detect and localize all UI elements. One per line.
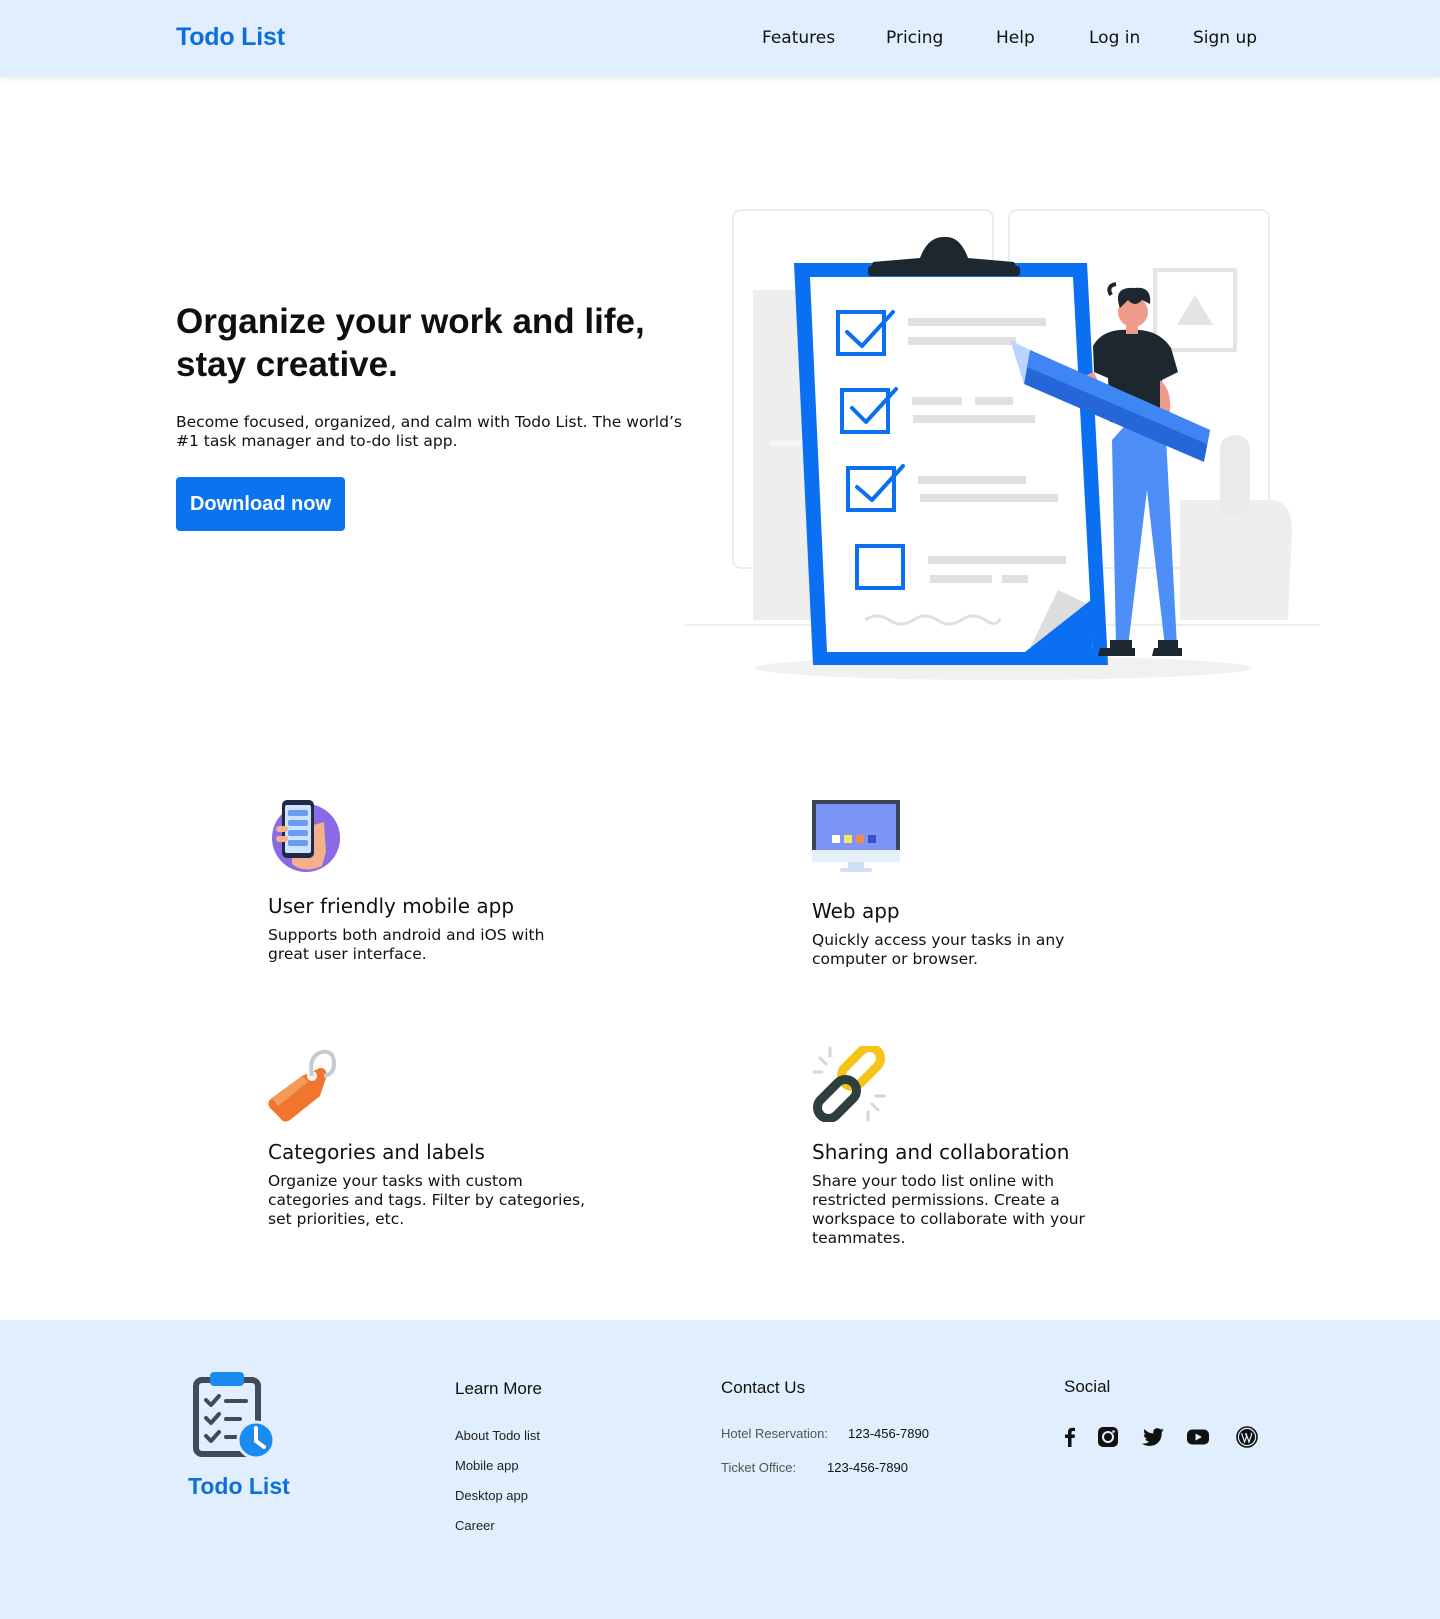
contact-us-heading: Contact Us xyxy=(721,1378,806,1397)
hero-title-line-2: stay creative. xyxy=(176,345,398,384)
clipboard-logo-icon xyxy=(193,1372,276,1460)
social-heading: Social xyxy=(1064,1377,1111,1396)
feature-desc-categories: Organize your tasks with custom categori… xyxy=(268,1172,586,1228)
feature-title-sharing: Sharing and collaboration xyxy=(812,1140,1070,1164)
youtube-icon[interactable] xyxy=(1186,1425,1210,1449)
ticket-office-label: Ticket Office: xyxy=(721,1460,797,1475)
clipboard-checklist-person-illustration xyxy=(685,209,1320,680)
feature-desc-web: Quickly access your tasks in any compute… xyxy=(812,931,1065,968)
hero-title-line-1: Organize your work and life, xyxy=(176,302,645,341)
brand-logo-text[interactable]: Todo List xyxy=(176,23,285,52)
hotel-reservation-label: Hotel Reservation: xyxy=(721,1426,828,1441)
mobile-app-icon xyxy=(272,800,340,872)
feature-title-categories: Categories and labels xyxy=(268,1140,485,1164)
nav-features[interactable]: Features xyxy=(762,28,835,48)
footer-link-mobile-app[interactable]: Mobile app xyxy=(455,1458,519,1473)
learn-more-heading: Learn More xyxy=(455,1379,542,1398)
footer xyxy=(0,1320,1440,1619)
ticket-office-phone[interactable]: 123-456-7890 xyxy=(827,1460,908,1475)
nav-signup[interactable]: Sign up xyxy=(1193,28,1257,48)
tag-icon xyxy=(268,1049,337,1122)
footer-link-desktop-app[interactable]: Desktop app xyxy=(455,1488,528,1503)
nav-pricing[interactable]: Pricing xyxy=(886,28,943,48)
monitor-icon xyxy=(812,800,900,872)
footer-link-career[interactable]: Career xyxy=(455,1518,495,1533)
hero-title: Organize your work and life, stay creati… xyxy=(176,300,696,386)
twitter-icon[interactable] xyxy=(1141,1425,1165,1449)
hero-subtitle: Become focused, organized, and calm with… xyxy=(176,413,682,450)
facebook-icon[interactable] xyxy=(1058,1425,1082,1449)
nav-login[interactable]: Log in xyxy=(1089,28,1140,48)
feature-desc-sharing: Share your todo list online with restric… xyxy=(812,1172,1085,1247)
hotel-reservation-phone[interactable]: 123-456-7890 xyxy=(848,1426,929,1441)
link-icon xyxy=(812,1046,886,1122)
instagram-icon[interactable] xyxy=(1096,1425,1120,1449)
top-nav-bar: Todo List Features Pricing Help Log in S… xyxy=(0,0,1440,77)
nav-help[interactable]: Help xyxy=(996,28,1035,48)
wordpress-icon[interactable] xyxy=(1235,1425,1259,1449)
download-now-button[interactable]: Download now xyxy=(176,477,345,531)
feature-title-mobile: User friendly mobile app xyxy=(268,894,515,918)
footer-link-about[interactable]: About Todo list xyxy=(455,1428,540,1443)
feature-title-web: Web app xyxy=(812,899,900,923)
footer-brand-text[interactable]: Todo List xyxy=(188,1473,290,1500)
feature-desc-mobile: Supports both android and iOS with great… xyxy=(268,926,545,963)
